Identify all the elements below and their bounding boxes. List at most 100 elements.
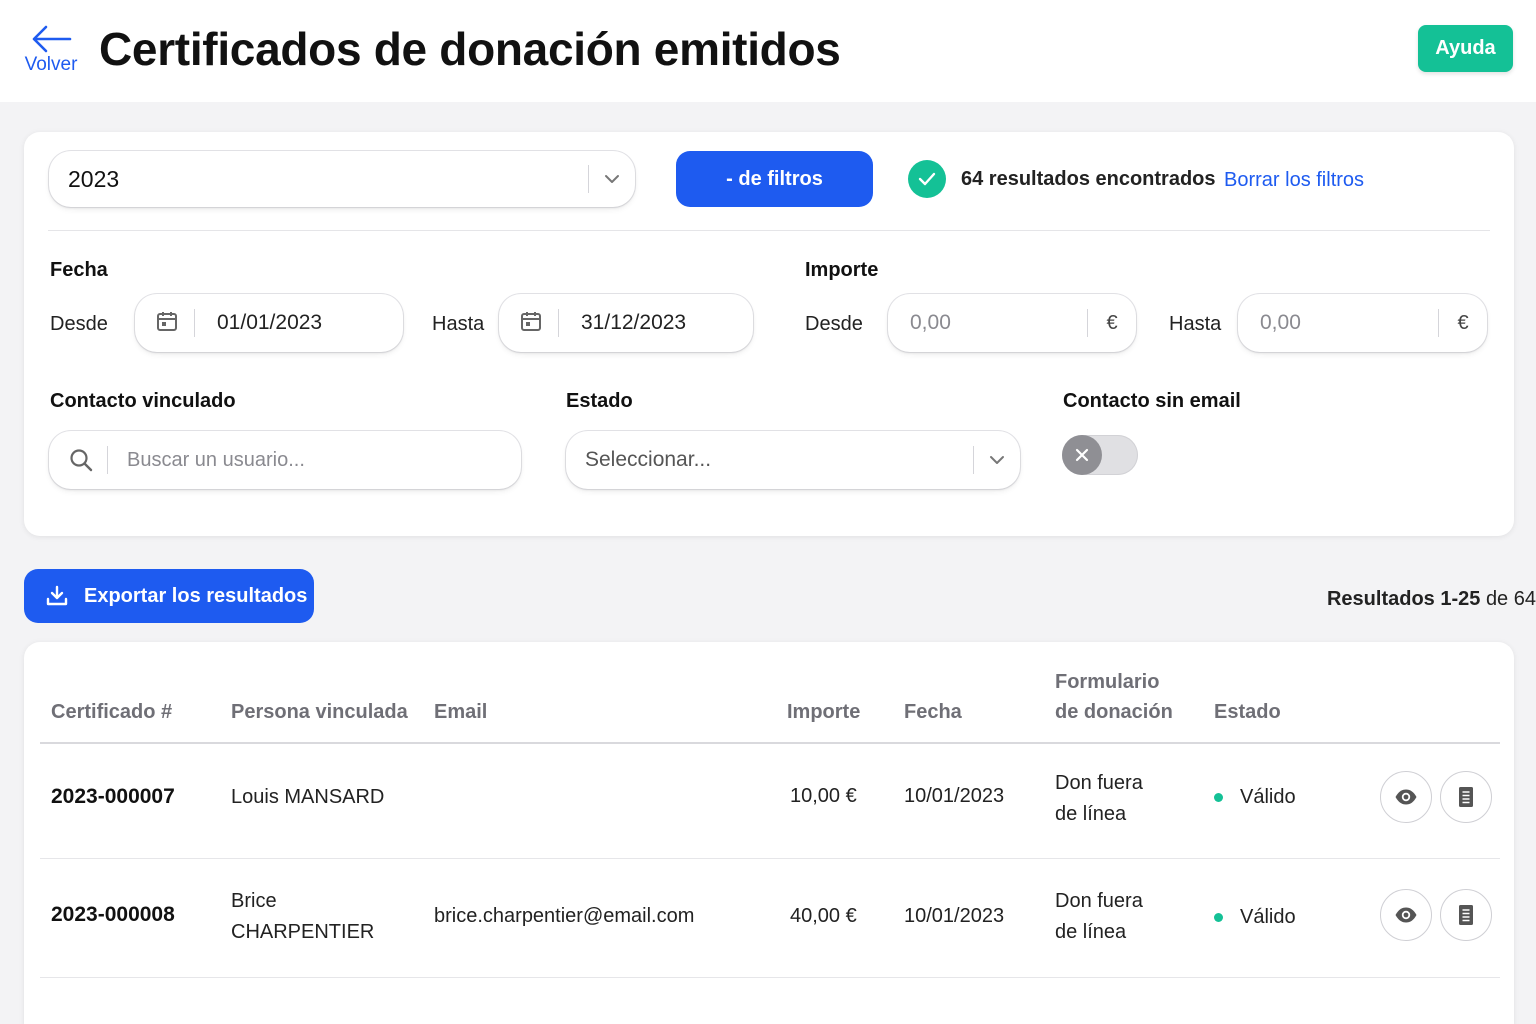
status-badge: Válido: [1214, 786, 1296, 809]
column-header-email[interactable]: Email: [434, 697, 487, 727]
state-label: Estado: [566, 390, 633, 412]
eye-icon: [1395, 789, 1417, 805]
euro-icon: €: [1106, 311, 1118, 334]
results-range-prefix: Resultados 1-25: [1326, 588, 1481, 610]
linked-person-line2: CHARPENTIER: [231, 921, 375, 943]
back-button[interactable]: Volver: [22, 24, 80, 80]
email-value: brice.charpentier@email.com: [434, 905, 695, 927]
column-header-certificate[interactable]: Certificado #: [51, 697, 172, 727]
download-icon: [46, 585, 68, 606]
donation-form-line2: de línea: [1055, 803, 1127, 825]
table-header-divider: [40, 742, 1500, 744]
results-range-suffix: de 64: [1485, 588, 1536, 610]
amount-value: 40,00 €: [790, 905, 857, 927]
amount-to-label: Hasta: [1169, 313, 1222, 335]
toggle-knob: [1062, 435, 1102, 475]
page-title: Certificados de donación emitidos: [99, 23, 841, 75]
column-header-person[interactable]: Persona vinculada: [231, 697, 408, 727]
status-label: Válido: [1240, 906, 1296, 928]
status-label: Válido: [1240, 786, 1296, 808]
date-to-value: 31/12/2023: [581, 311, 687, 334]
date-to-field[interactable]: 31/12/2023: [499, 294, 753, 352]
date-from-label: Desde: [50, 313, 108, 335]
date-value: 10/01/2023: [904, 785, 1005, 807]
column-header-form-line1: Formulario: [1055, 671, 1160, 693]
contact-search-placeholder: Buscar un usuario...: [127, 448, 305, 471]
contact-search-input[interactable]: Buscar un usuario...: [49, 431, 521, 489]
document-icon: [1459, 905, 1473, 925]
row-divider: [40, 858, 1500, 859]
column-header-form[interactable]: Formulario de donación: [1055, 667, 1173, 727]
no-email-toggle[interactable]: [1062, 435, 1138, 475]
year-select-value: 2023: [68, 165, 120, 192]
chevron-down-icon: [589, 174, 635, 184]
column-header-status[interactable]: Estado: [1214, 697, 1281, 727]
filters-panel: 2023 - de filtros 64 resultados encontra…: [24, 132, 1514, 536]
row-divider: [40, 977, 1500, 978]
status-dot-icon: [1214, 793, 1223, 802]
check-icon: [908, 160, 946, 198]
certificates-table: Certificado # Persona vinculada Email Im…: [24, 642, 1514, 1024]
results-count-text: 64 resultados encontrados: [961, 167, 1216, 190]
view-button[interactable]: [1380, 889, 1432, 941]
amount-to-placeholder: 0,00: [1260, 311, 1301, 334]
eye-icon: [1395, 907, 1417, 923]
amount-value: 10,00 €: [790, 785, 857, 807]
calendar-icon: [520, 310, 542, 337]
linked-person-line1: Louis MANSARD: [231, 786, 385, 808]
linked-person-line1: Brice: [231, 890, 277, 912]
donation-form-line2: de línea: [1055, 921, 1127, 943]
search-icon: [70, 449, 93, 472]
status-dot-icon: [1214, 913, 1223, 922]
document-button[interactable]: [1440, 771, 1492, 823]
donation-form: Don fuera de línea: [1055, 886, 1143, 948]
arrow-left-icon: [32, 25, 72, 53]
date-section-label: Fecha: [50, 259, 108, 281]
less-filters-button[interactable]: - de filtros: [676, 151, 873, 207]
year-select[interactable]: 2023: [49, 151, 635, 207]
export-results-label: Exportar los resultados: [84, 584, 308, 607]
close-icon: [1075, 448, 1089, 462]
no-email-label: Contacto sin email: [1063, 390, 1241, 412]
amount-section-label: Importe: [805, 259, 879, 281]
state-select-placeholder: Seleccionar...: [585, 448, 712, 471]
export-results-button[interactable]: Exportar los resultados: [24, 569, 314, 623]
results-found-indicator: 64 resultados encontrados: [908, 160, 1216, 198]
page-header: Volver Certificados de donación emitidos…: [0, 0, 1536, 102]
calendar-icon: [156, 310, 178, 337]
filters-divider: [48, 230, 1490, 231]
document-icon: [1459, 787, 1473, 807]
linked-person: Louis MANSARD: [231, 782, 384, 813]
donation-form-line1: Don fuera: [1055, 890, 1143, 912]
field-divider: [107, 446, 108, 474]
view-button[interactable]: [1380, 771, 1432, 823]
donation-form: Don fuera de línea: [1055, 768, 1143, 830]
linked-person: Brice CHARPENTIER: [231, 886, 374, 948]
field-divider: [194, 309, 195, 337]
amount-from-label: Desde: [805, 313, 863, 335]
column-header-form-line2: de donación: [1055, 701, 1173, 723]
status-badge: Válido: [1214, 906, 1296, 929]
state-select[interactable]: Seleccionar...: [566, 431, 1020, 489]
linked-contact-label: Contacto vinculado: [50, 390, 236, 412]
date-from-value: 01/01/2023: [217, 311, 323, 334]
help-button[interactable]: Ayuda: [1418, 25, 1513, 72]
results-range: Resultados 1-25 de 64: [1236, 588, 1536, 611]
chevron-down-icon: [974, 455, 1020, 465]
back-label: Volver: [24, 54, 78, 75]
euro-icon: €: [1457, 311, 1469, 334]
certificate-number[interactable]: 2023-000007: [51, 781, 175, 812]
date-value: 10/01/2023: [904, 905, 1005, 927]
document-button[interactable]: [1440, 889, 1492, 941]
certificate-number[interactable]: 2023-000008: [51, 899, 175, 930]
amount-from-placeholder: 0,00: [910, 311, 951, 334]
column-header-amount[interactable]: Importe: [787, 697, 860, 727]
amount-to-field[interactable]: 0,00 €: [1238, 294, 1487, 352]
date-to-label: Hasta: [432, 313, 485, 335]
donation-form-line1: Don fuera: [1055, 772, 1143, 794]
clear-filters-link[interactable]: Borrar los filtros: [1224, 169, 1364, 192]
date-from-field[interactable]: 01/01/2023: [135, 294, 403, 352]
column-header-date[interactable]: Fecha: [904, 697, 962, 727]
amount-from-field[interactable]: 0,00 €: [888, 294, 1136, 352]
field-divider: [558, 309, 559, 337]
